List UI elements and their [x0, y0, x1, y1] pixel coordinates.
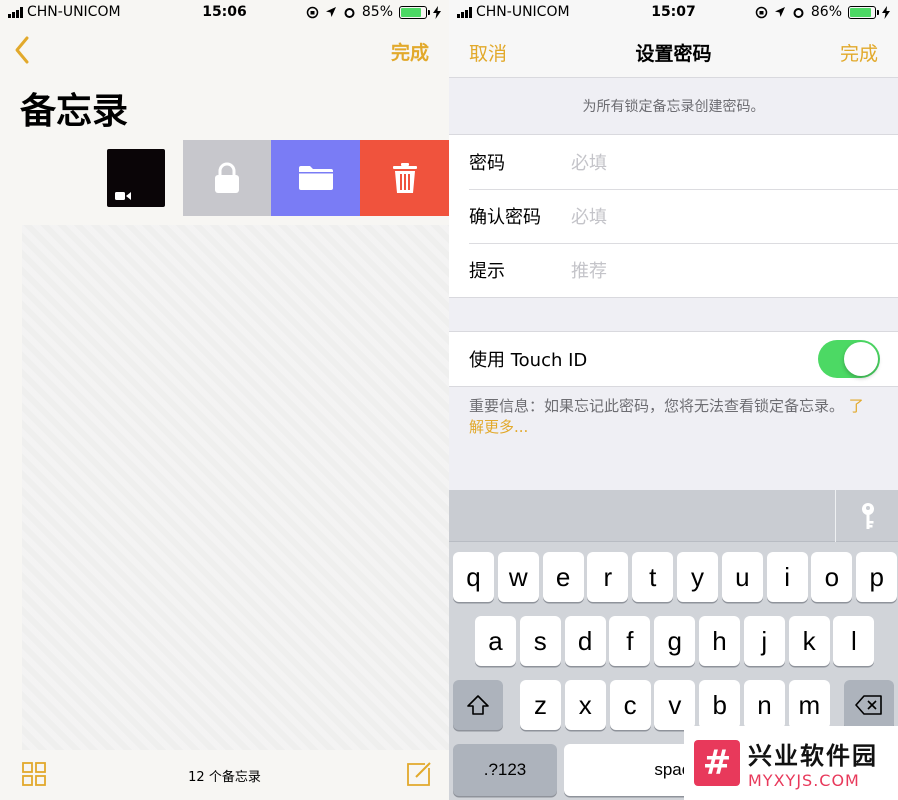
notes-list-screen: CHN-UNICOM 15:06 85% 完成 备忘录 12 个备忘录 [0, 0, 449, 800]
watermark: # 兴业软件园 MYXYJS.COM [684, 726, 898, 800]
delete-key[interactable] [844, 680, 894, 730]
location-icon [325, 7, 336, 17]
trash-icon [392, 163, 417, 193]
field-label: 密码 [469, 153, 505, 174]
folder-icon [298, 166, 333, 190]
battery-percent: 86% [810, 4, 842, 20]
key-x[interactable]: x [564, 680, 606, 730]
notes-count: 12 个备忘录 [188, 770, 261, 785]
important-note: 重要信息：如果忘记此密码，您将无法查看锁定备忘录。 了解更多... [469, 396, 878, 438]
key-n[interactable]: n [744, 680, 785, 730]
move-note-button[interactable] [271, 140, 360, 216]
key-b[interactable]: b [699, 680, 741, 730]
key-g[interactable]: g [654, 616, 696, 666]
battery-icon [848, 5, 879, 19]
blurred-notes-area [22, 225, 449, 750]
password-key-icon[interactable] [860, 502, 876, 530]
keyboard-accessory-bar [449, 490, 898, 542]
charging-icon [882, 5, 890, 19]
field-placeholder[interactable]: 必填 [571, 203, 607, 229]
password-hint-text: 为所有锁定备忘录创建密码。 [582, 99, 765, 115]
video-thumbnail [107, 149, 165, 207]
key-z[interactable]: z [520, 680, 561, 730]
set-password-screen: CHN-UNICOM 15:07 86% 取消 设置密码 完成 为所有锁定备忘录… [449, 0, 898, 800]
watermark-logo: # [694, 740, 740, 786]
field-placeholder[interactable]: 推荐 [571, 257, 607, 283]
shift-key[interactable] [453, 680, 503, 730]
key-a[interactable]: a [475, 616, 516, 666]
toggle-knob [844, 342, 878, 376]
key-m[interactable]: m [788, 680, 830, 730]
accessory-divider [835, 490, 836, 542]
status-right: 85% [306, 4, 441, 20]
touch-id-row: 使用 Touch ID [449, 332, 898, 386]
touch-id-group: 使用 Touch ID [449, 331, 898, 387]
touch-id-toggle[interactable] [818, 340, 880, 378]
key-d[interactable]: d [564, 616, 606, 666]
compose-icon[interactable] [405, 760, 433, 788]
orientation-lock-icon [755, 6, 768, 18]
status-bar: CHN-UNICOM 15:06 85% [0, 0, 449, 26]
key-u[interactable]: u [721, 552, 763, 602]
battery-percent: 85% [361, 4, 393, 20]
note-swipe-row[interactable] [0, 140, 449, 218]
key-c[interactable]: c [609, 680, 651, 730]
note-text: 重要信息：如果忘记此密码，您将无法查看锁定备忘录。 [469, 397, 845, 415]
key-s[interactable]: s [519, 616, 561, 666]
key-j[interactable]: j [743, 616, 785, 666]
key-i[interactable]: i [766, 552, 808, 602]
key-l[interactable]: l [833, 616, 875, 666]
location-icon [774, 7, 785, 17]
backspace-icon [855, 695, 882, 715]
key-k[interactable]: k [788, 616, 830, 666]
key-v[interactable]: v [654, 680, 696, 730]
field-label: 提示 [469, 261, 505, 282]
lock-icon [215, 162, 239, 193]
password-field[interactable]: 密码 必填 [449, 135, 898, 189]
key-y[interactable]: y [677, 552, 718, 602]
lock-note-button[interactable] [183, 140, 271, 216]
key-r[interactable]: r [587, 552, 629, 602]
key-f[interactable]: f [609, 616, 651, 666]
watermark-cn: 兴业软件园 [748, 742, 878, 770]
charging-icon [433, 5, 441, 19]
password-form: 密码 必填 确认密码 必填 提示 推荐 [449, 134, 898, 298]
status-right: 86% [755, 4, 890, 20]
back-chevron-icon[interactable] [12, 34, 32, 66]
page-title: 设置密码 [635, 43, 712, 65]
key-o[interactable]: o [811, 552, 853, 602]
nav-bar: CHN-UNICOM 15:07 86% 取消 设置密码 完成 [449, 0, 898, 78]
key-h[interactable]: h [699, 616, 740, 666]
page-title: 备忘录 [20, 91, 129, 132]
numbers-key[interactable]: .?123 [453, 744, 557, 796]
field-placeholder[interactable]: 必填 [571, 149, 607, 175]
key-q[interactable]: q [453, 552, 494, 602]
video-icon [115, 192, 131, 200]
key-p[interactable]: p [856, 552, 898, 602]
key-t[interactable]: t [632, 552, 674, 602]
shift-icon [467, 695, 489, 715]
status-bar: CHN-UNICOM 15:07 86% [449, 0, 898, 26]
field-label: 确认密码 [469, 207, 541, 228]
confirm-password-field[interactable]: 确认密码 必填 [449, 189, 898, 243]
key-w[interactable]: w [497, 552, 539, 602]
alarm-icon [344, 7, 355, 18]
bottom-toolbar: 12 个备忘录 [0, 750, 449, 800]
watermark-en: MYXYJS.COM [748, 771, 860, 790]
done-button[interactable]: 完成 [840, 39, 878, 66]
alarm-icon [793, 7, 804, 18]
key-e[interactable]: e [542, 552, 584, 602]
battery-icon [399, 5, 430, 19]
done-button[interactable]: 完成 [391, 38, 429, 65]
watermark-text: 兴业软件园 MYXYJS.COM [748, 736, 878, 790]
orientation-lock-icon [306, 6, 319, 18]
delete-note-button[interactable] [360, 140, 449, 216]
hint-field[interactable]: 提示 推荐 [449, 243, 898, 297]
touch-id-label: 使用 Touch ID [469, 350, 588, 371]
